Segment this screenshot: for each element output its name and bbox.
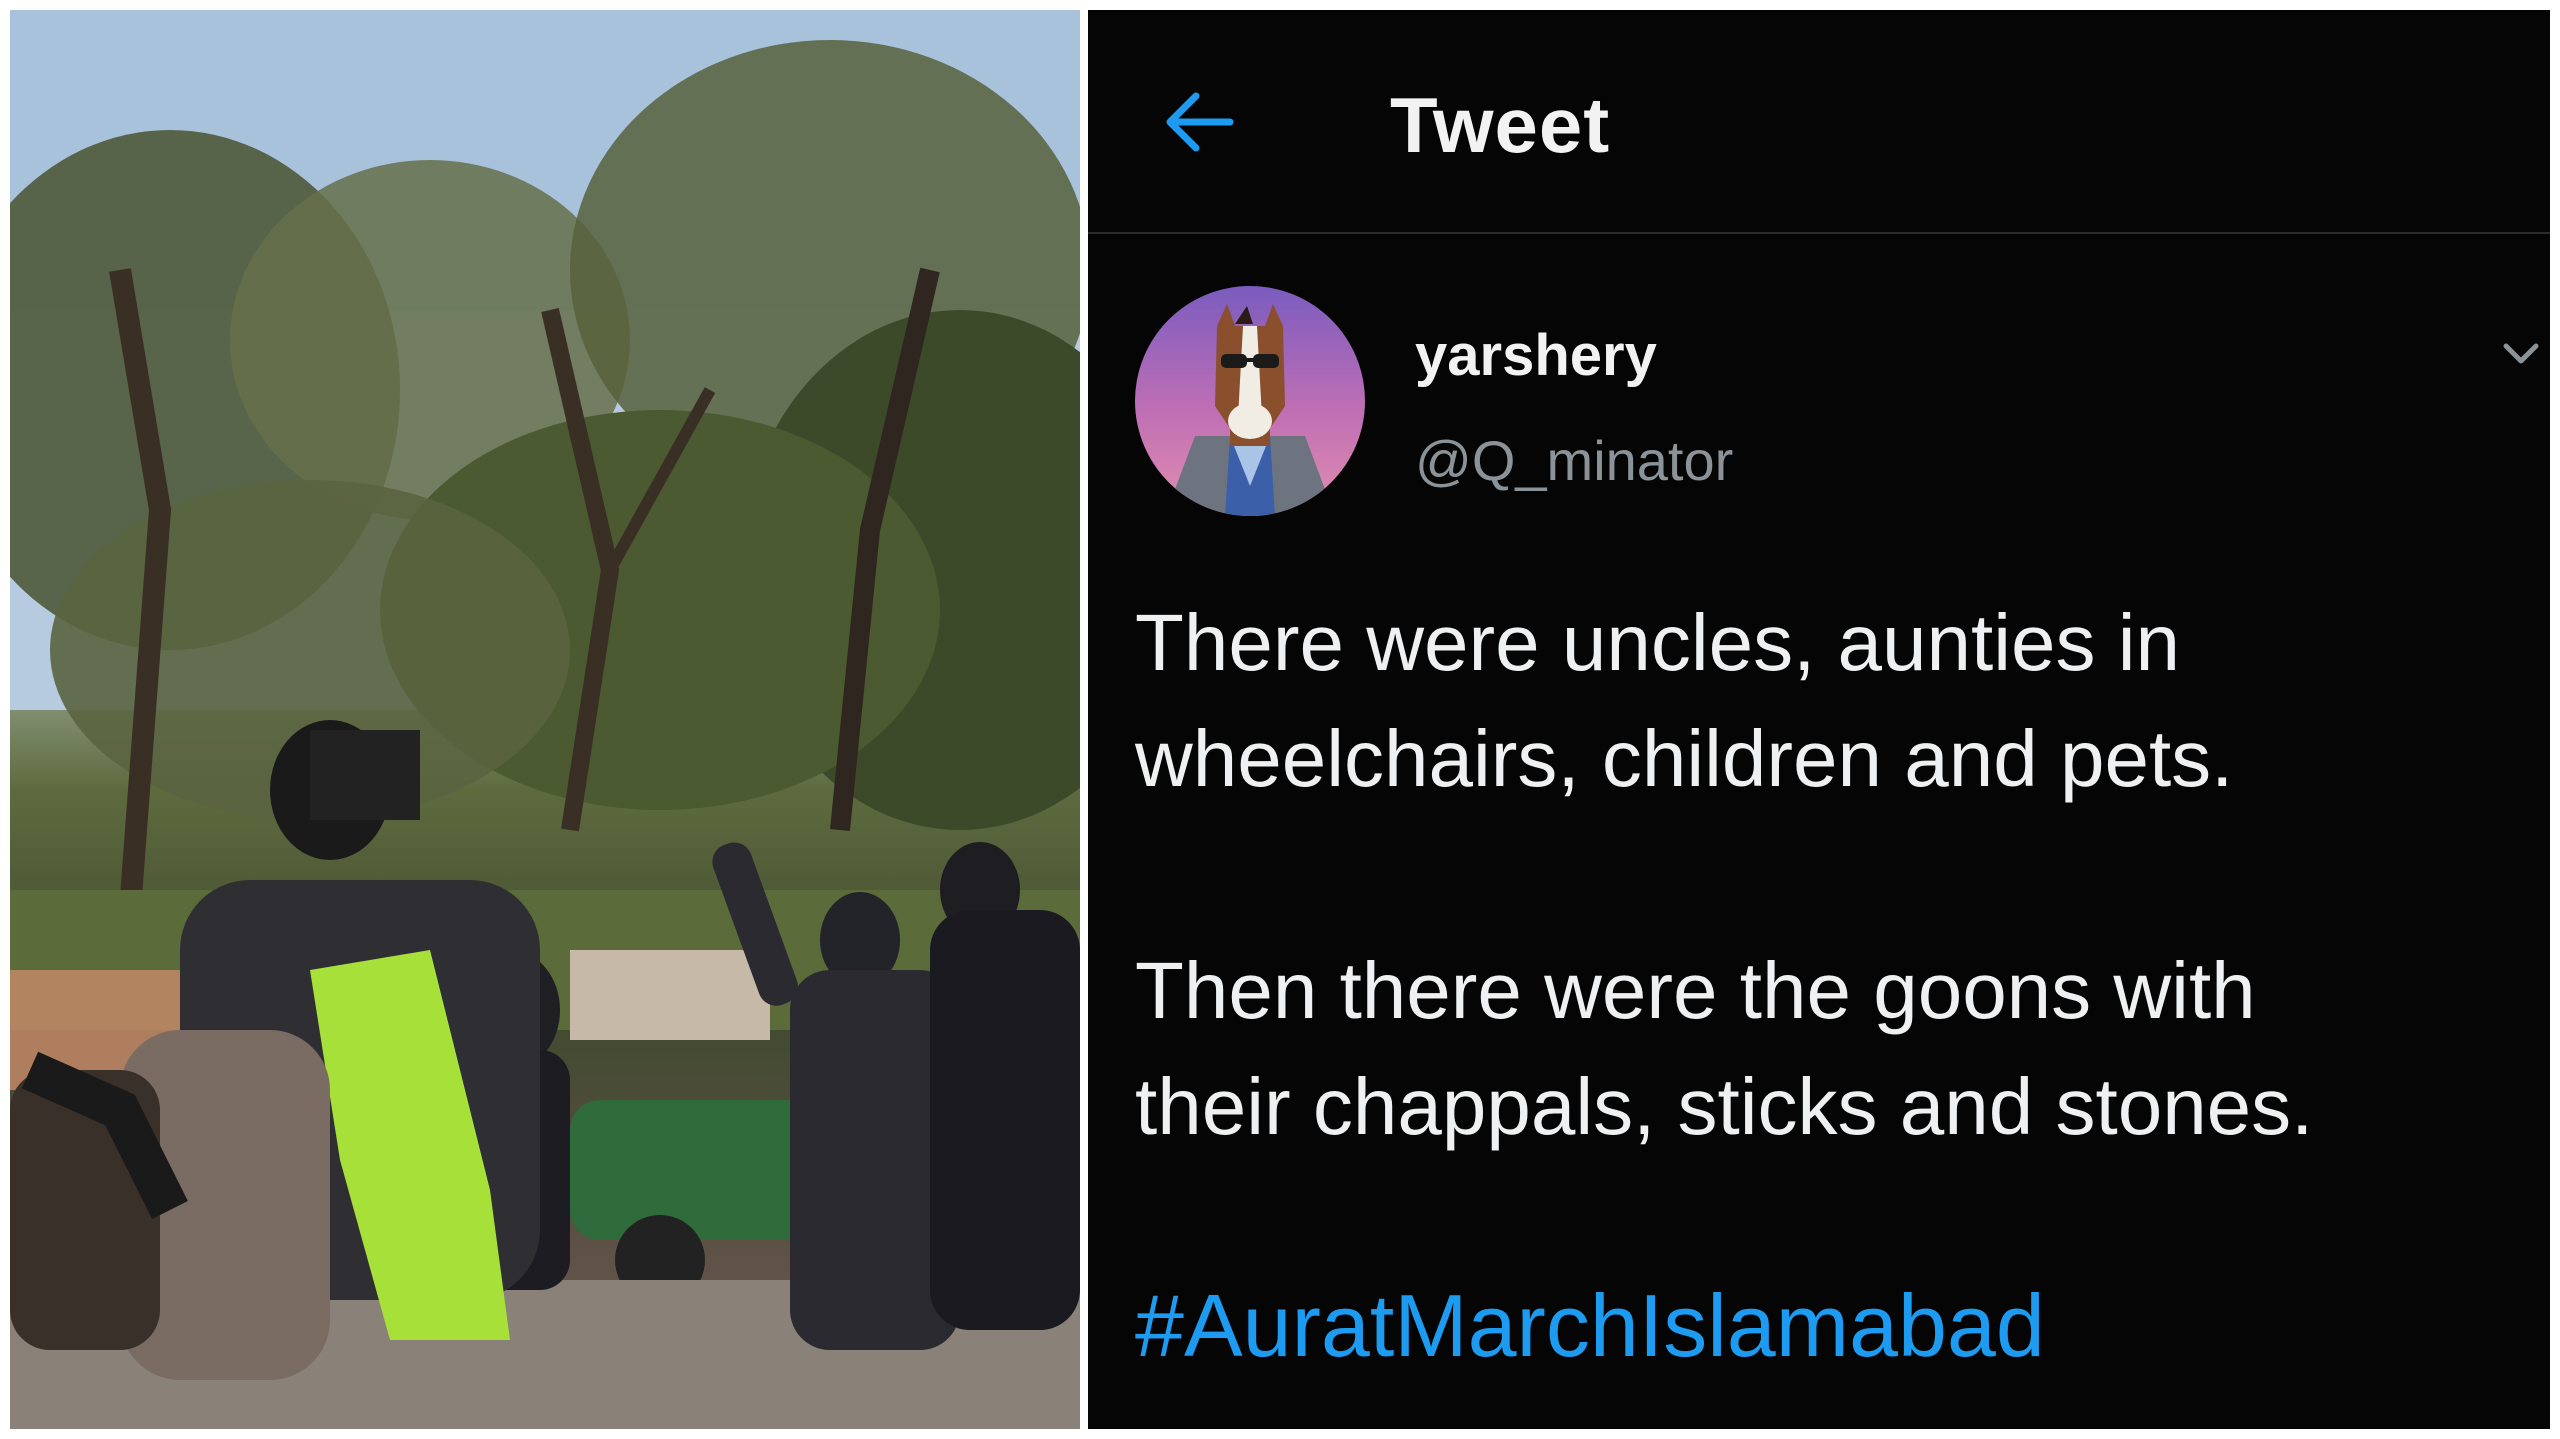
tweet-text: There were uncles, aunties in wheelchair… bbox=[1135, 585, 2535, 1165]
user-handle[interactable]: @Q_minator bbox=[1415, 428, 1733, 493]
tweet-line: wheelchairs, children and pets. bbox=[1135, 714, 2234, 803]
tweet-header: Tweet bbox=[1088, 10, 2550, 234]
chevron-down-icon bbox=[2503, 343, 2539, 364]
tweet-line: Then there were the goons with bbox=[1135, 946, 2256, 1035]
tweet-panel: Tweet yarshery @Q_minator There were unc… bbox=[1088, 10, 2550, 1429]
display-name[interactable]: yarshery bbox=[1415, 322, 1657, 389]
more-options-button[interactable] bbox=[2498, 330, 2544, 376]
tweet-line: There were uncles, aunties in bbox=[1135, 598, 2180, 687]
tweet-line: their chappals, sticks and stones. bbox=[1135, 1062, 2314, 1151]
avatar[interactable] bbox=[1135, 286, 1365, 516]
hashtag-link[interactable]: #AuratMarchIslamabad bbox=[1135, 1275, 2045, 1377]
arrow-left-icon bbox=[1166, 92, 1234, 152]
back-button[interactable] bbox=[1160, 82, 1240, 162]
photo-illustration bbox=[10, 10, 1080, 1429]
bojack-horse-avatar bbox=[1165, 304, 1335, 516]
page-title: Tweet bbox=[1390, 81, 1611, 169]
protest-crowd-photo bbox=[10, 10, 1080, 1429]
